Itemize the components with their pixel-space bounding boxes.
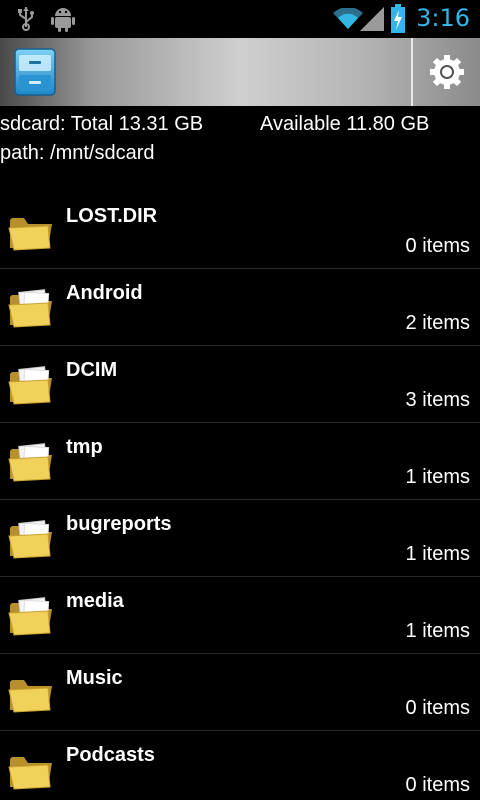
folder-with-files-icon [8, 366, 52, 405]
file-list-item[interactable]: Music 0 items [0, 654, 480, 731]
file-name: Podcasts [66, 744, 155, 766]
battery-charging-icon [391, 4, 405, 33]
file-item-count: 1 items [405, 620, 470, 642]
settings-button[interactable] [414, 38, 480, 106]
folder-with-files-icon [8, 597, 52, 636]
file-cabinet-icon[interactable] [13, 47, 57, 97]
folder-empty-icon [8, 680, 52, 713]
file-name: bugreports [66, 513, 172, 535]
storage-summary-row: sdcard: Total 13.31 GB Available 11.80 G… [0, 110, 480, 139]
file-name: DCIM [66, 359, 118, 381]
storage-total: sdcard: Total 13.31 GB [0, 113, 204, 135]
file-item-count: 0 items [405, 697, 470, 719]
file-item-count: 2 items [405, 312, 470, 334]
action-bar [0, 38, 480, 106]
usb-icon [18, 7, 34, 31]
action-bar-divider [411, 38, 413, 106]
file-list-item[interactable]: Android 2 items [0, 269, 480, 346]
folder-with-files-icon [8, 520, 52, 559]
file-name: LOST.DIR [66, 205, 158, 227]
file-name: Android [66, 282, 143, 304]
folder-with-files-icon [8, 443, 52, 482]
gear-icon [430, 55, 464, 89]
file-name: tmp [66, 436, 103, 458]
storage-info: sdcard: Total 13.31 GB Available 11.80 G… [0, 110, 480, 168]
signal-icon [360, 7, 384, 31]
status-bar: 3:16 [0, 0, 480, 38]
android-debug-icon [51, 8, 75, 32]
folder-empty-icon [8, 757, 52, 790]
file-item-count: 1 items [405, 543, 470, 565]
folder-with-files-icon [8, 289, 52, 328]
file-name: media [66, 590, 124, 612]
file-list-item[interactable]: DCIM 3 items [0, 346, 480, 423]
file-list: LOST.DIR 0 items Android 2 items DCIM 3 ite… [0, 192, 480, 800]
storage-available: Available 11.80 GB [260, 113, 430, 135]
file-name: Music [66, 667, 123, 689]
folder-empty-icon [8, 218, 52, 251]
file-list-item[interactable]: LOST.DIR 0 items [0, 192, 480, 269]
file-item-count: 0 items [405, 774, 470, 796]
file-item-count: 0 items [405, 235, 470, 257]
current-path: path: /mnt/sdcard [0, 142, 155, 164]
file-list-item[interactable]: media 1 items [0, 577, 480, 654]
file-list-item[interactable]: bugreports 1 items [0, 500, 480, 577]
file-list-item[interactable]: Podcasts 0 items [0, 731, 480, 800]
file-item-count: 1 items [405, 466, 470, 488]
wifi-icon [333, 8, 363, 29]
file-list-item[interactable]: tmp 1 items [0, 423, 480, 500]
file-item-count: 3 items [405, 389, 470, 411]
status-time: 3:16 [416, 4, 470, 32]
path-row: path: /mnt/sdcard [0, 139, 480, 168]
